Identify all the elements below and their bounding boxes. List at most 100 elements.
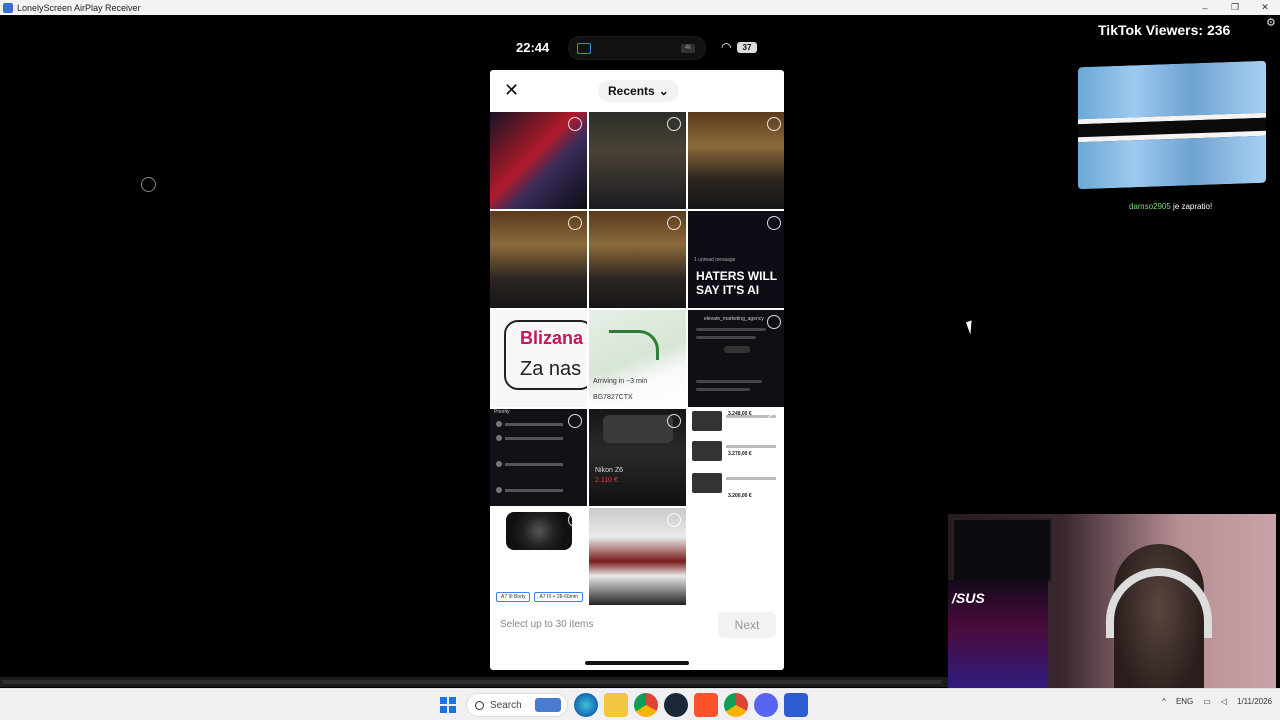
select-circle-icon[interactable] (767, 117, 781, 131)
photo-tile[interactable] (589, 211, 686, 308)
variant-option: A7 III Body (496, 592, 531, 602)
selection-limit-text: Select up to 30 items (500, 619, 594, 630)
dm-row (496, 487, 576, 493)
photo-grid: 1 unread message HATERS WILL SAY IT'S AI… (490, 112, 784, 605)
flag-band-blue-bottom (1078, 135, 1266, 190)
photo-tile[interactable]: 1 unread message HATERS WILL SAY IT'S AI (688, 211, 784, 308)
start-button[interactable] (436, 693, 460, 717)
tile-caption: Blizana (520, 328, 584, 348)
photo-tile[interactable]: Nikon Z6 2.110 € (589, 409, 686, 506)
photo-tile[interactable]: A7 III Body A7 III + 28-60mm (490, 508, 587, 605)
camera-lens-icon (506, 512, 572, 550)
scrollbar-thumb[interactable] (2, 680, 942, 684)
dm-row (496, 421, 576, 427)
select-circle-icon[interactable] (667, 216, 681, 230)
battery-icon: 37 (737, 42, 757, 53)
brand-logo: /SUS (952, 590, 985, 606)
photo-tile[interactable] (490, 211, 587, 308)
tile-caption: elevate_marketing_agency (704, 316, 764, 322)
album-label: Recents (608, 84, 655, 98)
brave-icon[interactable] (694, 693, 718, 717)
next-button[interactable]: Next (718, 612, 776, 638)
select-circle-icon[interactable] (568, 414, 582, 428)
photo-tile[interactable]: elevate_marketing_agency (688, 310, 784, 407)
window-titlebar: LonelyScreen AirPlay Receiver – ❐ ✕ (0, 0, 1280, 15)
app-icon (3, 2, 13, 13)
photo-tile[interactable] (589, 508, 686, 605)
listing-price: 3.200,00 € (728, 493, 752, 499)
minimize-button[interactable]: – (1190, 0, 1220, 15)
dm-row (496, 461, 576, 467)
language-indicator[interactable]: ENG (1176, 697, 1193, 706)
follow-username: damso2905 (1129, 202, 1171, 211)
select-circle-icon[interactable] (767, 216, 781, 230)
photo-picker-sheet: ✕ Recents ⌄ 1 unread message HATERS WILL… (490, 70, 784, 670)
phone-status-bar: 22:44 4k ◠ 37 (490, 30, 784, 66)
dynamic-island: 4k (568, 36, 706, 60)
listing-price: 3.270,00 € (728, 451, 752, 457)
search-icon (475, 700, 484, 710)
viewer-count: TikTok Viewers: 236 (1088, 19, 1241, 41)
wifi-icon: ◠ (721, 40, 732, 54)
news-icon (535, 698, 561, 712)
empty-cell (688, 508, 784, 605)
photo-tile[interactable]: Arriving in ~3 min BG7827CTX (589, 310, 686, 407)
flag-band-blue-top (1078, 60, 1266, 120)
select-circle-icon[interactable] (568, 513, 582, 527)
steam-icon[interactable] (664, 693, 688, 717)
restore-button[interactable]: ❐ (1220, 0, 1250, 15)
tile-caption: Priority (494, 409, 510, 415)
taskbar-search[interactable]: Search (466, 693, 568, 717)
chevron-down-icon: ⌄ (658, 84, 669, 98)
select-circle-icon[interactable] (667, 414, 681, 428)
select-circle-icon[interactable] (568, 117, 582, 131)
dm-row (496, 435, 576, 441)
edge-icon[interactable] (574, 693, 598, 717)
photo-tile[interactable] (688, 112, 784, 209)
photo-tile[interactable]: 3.248,00 € 3.270,00 € 3.200,00 € (688, 409, 784, 506)
horizontal-scrollbar[interactable] (0, 677, 948, 687)
text-line (696, 336, 756, 339)
select-circle-icon[interactable] (667, 513, 681, 527)
text-line (696, 328, 766, 331)
taskbar: Search ^ ENG ▭ ◁ 1/11/2026 (0, 688, 1280, 720)
home-indicator (585, 661, 689, 665)
window-title: LonelyScreen AirPlay Receiver (17, 2, 141, 13)
view-profile-button (724, 346, 750, 353)
photo-tile[interactable]: Blizana Za nas (490, 310, 587, 407)
gear-icon[interactable]: ⚙ (1266, 16, 1276, 29)
discord-icon[interactable] (754, 693, 778, 717)
album-dropdown[interactable]: Recents ⌄ (598, 80, 679, 102)
chrome-profile-icon[interactable] (724, 693, 748, 717)
close-window-button[interactable]: ✕ (1250, 0, 1280, 15)
select-circle-icon[interactable] (767, 414, 781, 428)
photo-tile[interactable] (490, 112, 587, 209)
search-label: Search (490, 699, 522, 711)
taskbar-apps: Search (436, 693, 808, 717)
file-explorer-icon[interactable] (604, 693, 628, 717)
lonelyscreen-icon[interactable] (784, 693, 808, 717)
chevron-up-icon[interactable]: ^ (1162, 697, 1166, 706)
close-icon[interactable]: ✕ (504, 81, 520, 99)
text-line (696, 380, 762, 383)
variant-options: A7 III Body A7 III + 28-60mm (496, 592, 583, 602)
photo-tile[interactable] (589, 112, 686, 209)
botswana-flag (1078, 60, 1266, 190)
tile-caption: 1 unread message (694, 257, 736, 263)
select-circle-icon[interactable] (568, 216, 582, 230)
volume-icon[interactable]: ◁ (1221, 697, 1227, 706)
photo-tile[interactable]: Priority (490, 409, 587, 506)
system-tray: ^ ENG ▭ ◁ 1/11/2026 (1162, 697, 1272, 706)
island-badge: 4k (681, 44, 695, 53)
monitor (952, 518, 1052, 582)
window-controls: – ❐ ✕ (1190, 0, 1280, 15)
chrome-icon[interactable] (634, 693, 658, 717)
select-circle-icon[interactable] (767, 315, 781, 329)
tile-price: 2.110 € (595, 477, 618, 484)
listing-price: 3.248,00 € (728, 411, 752, 417)
variant-option: A7 III + 28-60mm (534, 592, 583, 602)
network-icon[interactable]: ▭ (1203, 697, 1211, 706)
clock-date[interactable]: 1/11/2026 (1237, 697, 1272, 706)
select-circle-icon[interactable] (667, 117, 681, 131)
webcam-feed: /SUS (948, 514, 1276, 702)
